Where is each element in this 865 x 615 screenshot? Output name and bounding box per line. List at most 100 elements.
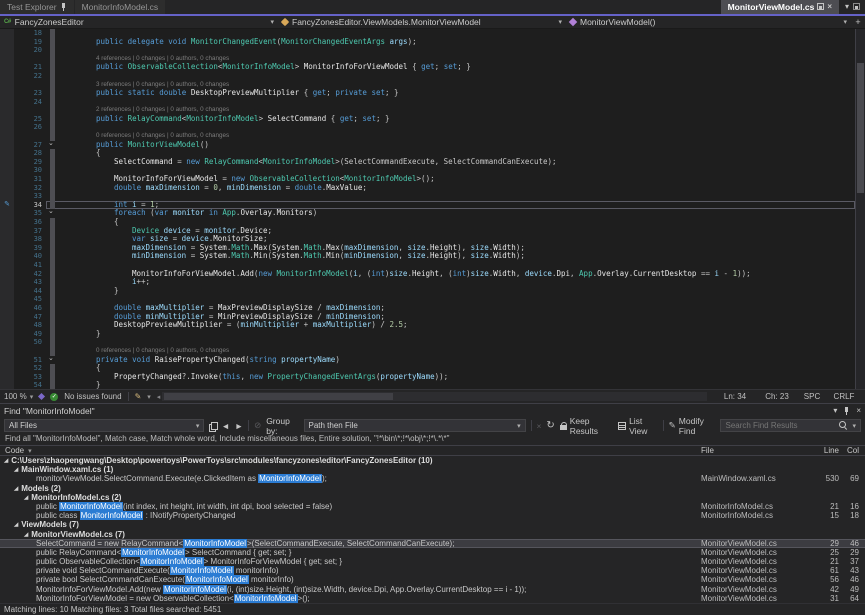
glyph-margin[interactable] bbox=[0, 235, 14, 244]
code-line[interactable]: 35⌄foreach (var monitor in App.Overlay.M… bbox=[0, 209, 855, 218]
glyph-margin[interactable] bbox=[0, 55, 14, 64]
close-icon[interactable]: × bbox=[856, 406, 861, 415]
breadcrumb-project[interactable]: C# FancyZonesEditor ▾ bbox=[0, 16, 278, 28]
code-text[interactable] bbox=[60, 295, 855, 304]
glyph-margin[interactable] bbox=[0, 287, 14, 296]
code-text[interactable]: public RelayCommand<MonitorInfoModel> Se… bbox=[60, 115, 855, 124]
code-line[interactable]: 24 bbox=[0, 98, 855, 107]
code-text[interactable] bbox=[60, 46, 855, 55]
search-icon[interactable] bbox=[839, 421, 848, 430]
code-line[interactable]: 26 bbox=[0, 123, 855, 132]
code-line[interactable]: 39maxDimension = System.Math.Max(System.… bbox=[0, 244, 855, 253]
code-line[interactable]: 53PropertyChanged?.Invoke(this, new Prop… bbox=[0, 373, 855, 382]
folding-gutter[interactable] bbox=[46, 89, 60, 98]
result-group-row[interactable]: ◢MonitorInfoModel.cs (2) bbox=[0, 493, 865, 502]
expander-icon[interactable]: ◢ bbox=[14, 466, 18, 474]
search-find-results-box[interactable]: ▾ bbox=[720, 419, 861, 432]
code-line[interactable]: 18 bbox=[0, 29, 855, 38]
folding-gutter[interactable] bbox=[46, 381, 60, 389]
expander-icon[interactable]: ◢ bbox=[14, 485, 18, 493]
folding-gutter[interactable] bbox=[46, 313, 60, 322]
result-row[interactable]: private void SelectCommandExecute(Monito… bbox=[0, 566, 865, 575]
code-text[interactable]: i++; bbox=[60, 278, 855, 287]
folding-gutter[interactable] bbox=[46, 55, 60, 64]
code-line[interactable]: 46double maxMultiplier = MaxPreviewDispl… bbox=[0, 304, 855, 313]
result-row[interactable]: public ObservableCollection<MonitorInfoM… bbox=[0, 557, 865, 566]
glyph-margin[interactable] bbox=[0, 158, 14, 167]
glyph-margin[interactable] bbox=[0, 364, 14, 373]
folding-gutter[interactable]: ⌄ bbox=[46, 356, 60, 365]
glyph-margin[interactable] bbox=[0, 132, 14, 141]
code-text[interactable]: public static double DesktopPreviewMulti… bbox=[60, 89, 855, 98]
code-line[interactable]: 52{ bbox=[0, 364, 855, 373]
horizontal-scrollbar-thumb[interactable] bbox=[164, 393, 393, 400]
folding-gutter[interactable] bbox=[46, 261, 60, 270]
next-result-icon[interactable]: ► bbox=[235, 421, 243, 431]
code-text[interactable] bbox=[60, 29, 855, 38]
result-row[interactable]: public class MonitorInfoModel : INotifyP… bbox=[0, 511, 865, 520]
folding-gutter[interactable] bbox=[46, 184, 60, 193]
folding-gutter[interactable] bbox=[46, 175, 60, 184]
glyph-margin[interactable] bbox=[0, 46, 14, 55]
folding-gutter[interactable] bbox=[46, 321, 60, 330]
code-line[interactable]: 45 bbox=[0, 295, 855, 304]
result-group-row[interactable]: ◢C:\Users\zhaopengwang\Desktop\powertoys… bbox=[0, 456, 865, 465]
code-text[interactable]: public MonitorViewModel() bbox=[60, 141, 855, 150]
glyph-margin[interactable] bbox=[0, 72, 14, 81]
chevron-down-icon[interactable]: ▾ bbox=[843, 18, 847, 26]
glyph-margin[interactable] bbox=[0, 321, 14, 330]
code-text[interactable]: double maxDimension = 0, minDimension = … bbox=[60, 184, 855, 193]
chevron-down-icon[interactable]: ▾ bbox=[147, 393, 151, 401]
result-row[interactable]: SelectCommand = new RelayCommand<Monitor… bbox=[0, 539, 865, 548]
glyph-margin[interactable] bbox=[0, 356, 14, 365]
modify-find-button[interactable]: ✎ Modify Find bbox=[669, 416, 716, 436]
chevron-down-icon[interactable]: ▾ bbox=[558, 18, 562, 26]
folding-gutter[interactable] bbox=[46, 295, 60, 304]
code-text[interactable]: int i = 1; bbox=[60, 201, 855, 210]
glyph-margin[interactable] bbox=[0, 149, 14, 158]
folding-gutter[interactable] bbox=[46, 149, 60, 158]
glyph-margin[interactable] bbox=[0, 295, 14, 304]
search-find-results-input[interactable] bbox=[725, 421, 835, 430]
code-text[interactable]: public ObservableCollection<MonitorInfoM… bbox=[60, 63, 855, 72]
codelens-text[interactable]: 0 references | 0 changes | 0 authors, 0 … bbox=[60, 347, 855, 356]
tab-monitorviewmodel-active[interactable]: MonitorViewModel.cs × bbox=[721, 0, 839, 14]
refresh-icon[interactable]: ↻ bbox=[546, 420, 554, 431]
zoom-selector[interactable]: 100 % ▾ bbox=[4, 392, 33, 401]
result-group-row[interactable]: ◢MonitorViewModel.cs (7) bbox=[0, 530, 865, 539]
glyph-margin[interactable] bbox=[0, 347, 14, 356]
group-by-dropdown[interactable]: Path then File ▾ bbox=[304, 419, 526, 432]
folding-gutter[interactable] bbox=[46, 29, 60, 38]
pin-icon[interactable] bbox=[843, 407, 850, 415]
code-text[interactable] bbox=[60, 192, 855, 201]
glyph-margin[interactable] bbox=[0, 338, 14, 347]
window-icon[interactable] bbox=[853, 3, 860, 10]
code-editor[interactable]: 1819public delegate void MonitorChangedE… bbox=[0, 29, 865, 389]
close-icon[interactable]: × bbox=[827, 2, 832, 11]
glyph-margin[interactable] bbox=[0, 313, 14, 322]
code-text[interactable]: { bbox=[60, 149, 855, 158]
edit-pen-icon[interactable]: ✎ bbox=[0, 201, 14, 210]
code-line[interactable]: 51⌄private void RaisePropertyChanged(str… bbox=[0, 356, 855, 365]
code-text[interactable]: maxDimension = System.Math.Max(System.Ma… bbox=[60, 244, 855, 253]
code-text[interactable]: DesktopPreviewMultiplier = (minMultiplie… bbox=[60, 321, 855, 330]
glyph-margin[interactable] bbox=[0, 330, 14, 339]
indent-indicator[interactable]: SPC bbox=[797, 392, 827, 401]
code-line[interactable]: 38var size = device.MonitorSize; bbox=[0, 235, 855, 244]
glyph-margin[interactable] bbox=[0, 373, 14, 382]
result-row[interactable]: MonitorInfoForViewModel.Add(new MonitorI… bbox=[0, 585, 865, 594]
glyph-margin[interactable] bbox=[0, 89, 14, 98]
glyph-margin[interactable] bbox=[0, 304, 14, 313]
result-group-row[interactable]: ◢MainWindow.xaml.cs (1) bbox=[0, 465, 865, 474]
code-line[interactable]: 48DesktopPreviewMultiplier = (minMultipl… bbox=[0, 321, 855, 330]
folding-gutter[interactable] bbox=[46, 278, 60, 287]
horizontal-scrollbar[interactable]: ◂ bbox=[157, 392, 707, 401]
column-header-file[interactable]: File bbox=[701, 446, 813, 455]
folding-gutter[interactable] bbox=[46, 364, 60, 373]
tab-monitorinfomodel[interactable]: MonitorInfoModel.cs bbox=[75, 0, 166, 14]
code-text[interactable]: foreach (var monitor in App.Overlay.Moni… bbox=[60, 209, 855, 218]
code-line[interactable]: 31MonitorInfoForViewModel = new Observab… bbox=[0, 175, 855, 184]
folding-gutter[interactable] bbox=[46, 235, 60, 244]
glyph-margin[interactable] bbox=[0, 192, 14, 201]
folding-gutter[interactable] bbox=[46, 373, 60, 382]
